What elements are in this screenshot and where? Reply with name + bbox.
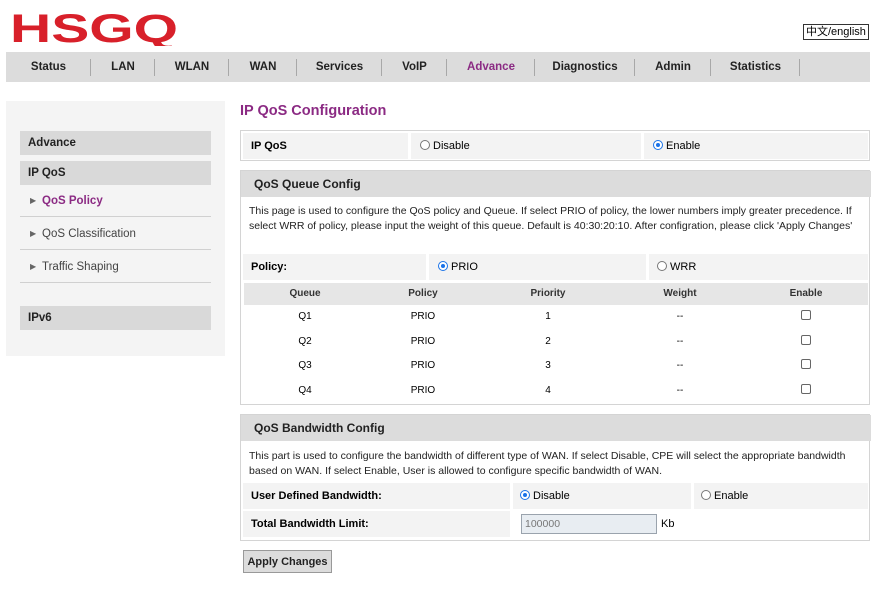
sidebar: Advance IP QoS ▶ QoS Policy ▶ QoS Classi… [6, 101, 225, 356]
policy-cell: PRIO [410, 335, 436, 347]
user-defined-bandwidth-label: User Defined Bandwidth: [243, 483, 510, 509]
sidebar-section-advance[interactable]: Advance [20, 131, 211, 155]
hsgq-logo: HSGQ [10, 10, 180, 46]
ip-qos-box: IP QoS Disable Enable [240, 130, 870, 161]
weight-cell: -- [676, 360, 684, 371]
enable-cell [744, 305, 868, 330]
page-title: IP QoS Configuration [240, 103, 387, 119]
priority-cell: 2 [545, 335, 551, 347]
chevron-right-icon: ▶ [30, 229, 37, 238]
radio-label: Enable [714, 490, 749, 502]
radio-label: Disable [533, 490, 570, 502]
chevron-right-icon: ▶ [30, 262, 37, 271]
weight-cell: -- [676, 335, 684, 347]
priority-cell: 3 [545, 360, 551, 371]
chevron-right-icon: ▶ [30, 196, 37, 205]
user-defined-disable-option[interactable]: Disable [513, 483, 691, 509]
bandwidth-config-description: This part is used to configure the bandw… [249, 450, 846, 477]
radio-label: Enable [666, 140, 701, 152]
sidebar-item-label: QoS Policy [42, 195, 103, 207]
queue-cell: Q3 [298, 360, 312, 371]
policy-prio-radio[interactable] [438, 261, 448, 271]
policy-wrr-radio[interactable] [657, 261, 667, 271]
user-defined-enable-option[interactable]: Enable [694, 483, 868, 509]
qos-queue-config-box: QoS Queue Config This page is used to co… [240, 170, 871, 405]
policy-cell: PRIO [410, 311, 436, 322]
logo-text: HSGQ [10, 10, 178, 46]
total-bandwidth-limit-label: Total Bandwidth Limit: [243, 511, 510, 537]
policy-label: Policy: [243, 254, 426, 280]
policy-prio-option[interactable]: PRIO [429, 254, 646, 280]
enable-checkbox-q1[interactable] [801, 310, 811, 320]
queue-config-heading: QoS Queue Config [241, 171, 871, 197]
nav-tab-wlan[interactable]: WLAN [155, 52, 229, 82]
enable-cell [744, 379, 868, 404]
ip-qos-label: IP QoS [243, 133, 408, 159]
queue-config-description: This page is used to configure the QoS p… [249, 205, 853, 232]
bandwidth-config-heading: QoS Bandwidth Config [241, 415, 871, 441]
queue-cell: Q2 [298, 335, 312, 347]
table-row: Q2 PRIO 2 -- [244, 330, 868, 355]
queue-table: Queue Policy Priority Weight Enable Q1 P… [244, 283, 868, 403]
table-row: Q4 PRIO 4 -- [244, 379, 868, 404]
policy-wrr-option[interactable]: WRR [649, 254, 868, 280]
table-row: Q1 PRIO 1 -- [244, 305, 868, 330]
enable-cell [744, 330, 868, 355]
nav-tab-services[interactable]: Services [297, 52, 382, 82]
nav-tab-statistics[interactable]: Statistics [711, 52, 800, 82]
radio-label: PRIO [451, 261, 478, 273]
queue-table-header: Queue Policy Priority Weight Enable [244, 283, 868, 305]
enable-checkbox-q2[interactable] [801, 334, 811, 345]
nav-tab-admin[interactable]: Admin [635, 52, 711, 82]
table-row: Q3 PRIO 3 -- [244, 354, 868, 379]
column-header-policy: Policy [408, 288, 438, 299]
hsgq-logo-graphic: HSGQ [10, 10, 178, 46]
nav-tab-wan[interactable]: WAN [229, 52, 297, 82]
nav-tab-lan[interactable]: LAN [91, 52, 155, 82]
sidebar-item-label: Traffic Shaping [42, 261, 119, 273]
ip-qos-disable-option[interactable]: Disable [411, 133, 641, 159]
sidebar-item-label: QoS Classification [42, 228, 136, 240]
column-header-queue: Queue [289, 288, 321, 299]
policy-cell: PRIO [410, 360, 436, 371]
column-header-enable: Enable [789, 288, 823, 299]
total-bandwidth-limit-input[interactable]: 100000 [521, 514, 657, 534]
language-toggle-button[interactable]: 中文/english [803, 24, 869, 40]
apply-changes-button[interactable]: Apply Changes [243, 550, 332, 573]
weight-cell: -- [676, 384, 684, 396]
enable-cell [744, 354, 868, 379]
top-navigation: Status LAN WLAN WAN Services VoIP Advanc… [6, 52, 870, 82]
ip-qos-enable-radio[interactable] [653, 140, 663, 150]
column-header-weight: Weight [663, 288, 697, 299]
sidebar-item-traffic-shaping[interactable]: ▶ Traffic Shaping [20, 251, 211, 283]
enable-checkbox-q3[interactable] [801, 359, 811, 369]
policy-cell: PRIO [410, 384, 436, 396]
priority-cell: 1 [545, 311, 551, 322]
nav-tab-diagnostics[interactable]: Diagnostics [535, 52, 635, 82]
qos-bandwidth-config-box: QoS Bandwidth Config This part is used t… [240, 414, 871, 541]
weight-cell: -- [676, 311, 684, 322]
bandwidth-unit-label: Kb [661, 518, 675, 530]
priority-cell: 4 [545, 384, 551, 396]
radio-label: Disable [433, 140, 470, 152]
user-defined-disable-radio[interactable] [520, 490, 530, 500]
radio-label: WRR [670, 261, 697, 273]
sidebar-section-ip-qos[interactable]: IP QoS [20, 161, 211, 185]
ip-qos-enable-option[interactable]: Enable [644, 133, 868, 159]
column-header-priority: Priority [530, 288, 566, 299]
sidebar-item-qos-policy[interactable]: ▶ QoS Policy [20, 185, 211, 217]
sidebar-item-qos-classification[interactable]: ▶ QoS Classification [20, 218, 211, 250]
ip-qos-disable-radio[interactable] [420, 140, 430, 150]
nav-tab-status[interactable]: Status [6, 52, 91, 82]
user-defined-enable-radio[interactable] [701, 490, 711, 500]
queue-cell: Q4 [298, 384, 312, 396]
nav-tab-voip[interactable]: VoIP [382, 52, 447, 82]
enable-checkbox-q4[interactable] [801, 383, 811, 394]
nav-tab-advance[interactable]: Advance [447, 52, 535, 82]
sidebar-section-ipv6[interactable]: IPv6 [20, 306, 211, 330]
queue-cell: Q1 [298, 311, 312, 322]
